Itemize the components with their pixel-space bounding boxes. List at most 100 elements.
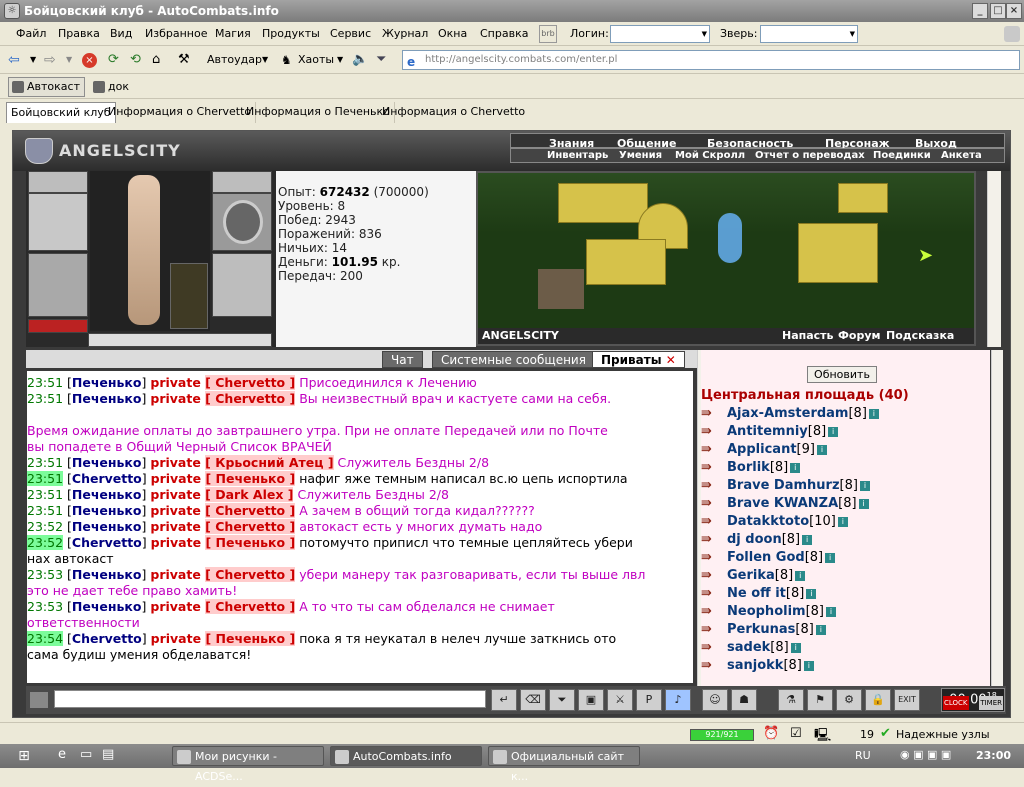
tab-info-chervetto-2[interactable]: Информация о Chervetto [378, 102, 529, 123]
message-time[interactable]: 23:53 [27, 599, 63, 614]
arrow-right-icon[interactable]: ➤ [918, 245, 933, 266]
info-icon[interactable]: i [828, 427, 839, 437]
refresh-all-icon[interactable]: ⟲ [130, 51, 141, 69]
private-arrow-icon[interactable]: ⇛ [701, 658, 727, 673]
close-icon[interactable]: ✕ [666, 353, 676, 367]
belt-slot[interactable] [28, 319, 88, 333]
private-recipient[interactable]: [ Chervetto ] [205, 567, 296, 582]
private-arrow-icon[interactable]: ⇛ [701, 406, 727, 421]
private-arrow-icon[interactable]: ⇛ [701, 550, 727, 565]
message-nick[interactable]: Печенько [72, 455, 142, 470]
user-list-item[interactable]: ⇛ sadek[8] i [701, 640, 801, 657]
back-dropdown-icon[interactable]: ▼ [30, 51, 36, 69]
tab-chat[interactable]: Чат [382, 351, 423, 368]
message-nick[interactable]: Chervetto [72, 535, 142, 550]
chat-input[interactable] [54, 690, 486, 708]
forward-dropdown-icon[interactable]: ▼ [66, 51, 72, 69]
private-tag[interactable]: private [ Печенько ] [151, 471, 296, 486]
check-icon[interactable]: ☑ [790, 726, 802, 741]
nav-my-scroll[interactable]: Мой Скролл [675, 149, 745, 163]
message-time[interactable]: 23:53 [27, 567, 63, 582]
menu-service[interactable]: Сервис [330, 27, 371, 40]
send-icon[interactable]: ↵ [491, 689, 517, 711]
armor-slot[interactable] [28, 253, 88, 317]
user-list-item[interactable]: ⇛ Ajax-Amsterdam[8] i [701, 406, 879, 423]
building-chapel[interactable] [798, 223, 878, 283]
message-time[interactable]: 23:51 [27, 375, 63, 390]
private-arrow-icon[interactable]: ⇛ [701, 514, 727, 529]
nav-skills[interactable]: Умения [619, 149, 662, 163]
autocast-button[interactable]: Автокаст [8, 77, 85, 97]
tab-privates[interactable]: Приваты ✕ [592, 351, 685, 368]
private-tag[interactable]: private [ Chervetto ] [150, 391, 296, 406]
user-list-item[interactable]: ⇛ Brave KWANZA[8] i [701, 496, 869, 513]
user-name[interactable]: Datakktoto [727, 514, 809, 529]
potion-icon[interactable]: ⚗ [778, 689, 804, 711]
message-time[interactable]: 23:52 [27, 535, 64, 550]
nav-transfer-report[interactable]: Отчет о переводах [755, 149, 865, 163]
smile-select-icon[interactable] [30, 692, 48, 708]
tab-info-chervetto[interactable]: Информация о Chervetto [104, 102, 257, 123]
message-time[interactable]: 23:54 [27, 631, 64, 646]
message-nick[interactable]: Печенько [72, 599, 142, 614]
desktop-quicklaunch-icon[interactable]: ▭ [80, 747, 92, 762]
private-tag[interactable]: private [ Печенько ] [151, 535, 296, 550]
private-tag[interactable]: private [ Chervetto ] [150, 567, 296, 582]
close-button[interactable]: × [1006, 3, 1022, 19]
link-hint[interactable]: Подсказка [886, 328, 954, 344]
user-list-item[interactable]: ⇛ Ne off it[8] i [701, 586, 817, 603]
private-recipient[interactable]: [ Dark Alex ] [205, 487, 294, 502]
info-icon[interactable]: i [806, 589, 817, 599]
menu-products[interactable]: Продукты [262, 27, 320, 40]
info-icon[interactable]: i [790, 643, 801, 653]
link-attack[interactable]: Напасть [782, 328, 834, 344]
menu-windows[interactable]: Окна [438, 27, 467, 40]
private-recipient[interactable]: [ Chervetto ] [205, 519, 296, 534]
private-recipient[interactable]: [ Chervetto ] [205, 503, 296, 518]
message-time[interactable]: 23:51 [27, 455, 63, 470]
ruins-object[interactable] [538, 269, 584, 309]
user-list-item[interactable]: ⇛ Antitemniy[8] i [701, 424, 839, 441]
tab-system-messages[interactable]: Системные сообщения [432, 351, 595, 368]
menu-favorites[interactable]: Избранное [145, 27, 207, 40]
tab-fight-club[interactable]: Бойцовский клуб [6, 102, 116, 123]
back-icon[interactable]: ⇦ [8, 51, 20, 69]
menu-edit[interactable]: Правка [58, 27, 100, 40]
info-icon[interactable]: i [795, 571, 806, 581]
autoudar-dropdown-icon[interactable]: ▼ [262, 51, 268, 69]
gloves-slot-right[interactable] [212, 171, 272, 193]
mask-icon[interactable]: ☗ [731, 689, 757, 711]
address-bar[interactable]: e http://angelscity.combats.com/enter.pl [402, 50, 1020, 70]
info-icon[interactable]: i [815, 625, 826, 635]
info-icon[interactable]: i [868, 409, 879, 419]
private-recipient[interactable]: [ Chervetto ] [205, 375, 296, 390]
alarm-clock-icon[interactable]: ⏰ [763, 726, 779, 741]
message-nick[interactable]: Печенько [72, 375, 142, 390]
private-arrow-icon[interactable]: ⇛ [701, 478, 727, 493]
private-tag[interactable]: private [ Печенько ] [151, 631, 296, 646]
clock-timer[interactable]: 00:0018 CLOCK TIMER [941, 688, 1005, 712]
private-recipient[interactable]: [ Chervetto ] [205, 391, 296, 406]
nav-profile[interactable]: Анкета [941, 149, 982, 163]
private-arrow-icon[interactable]: ⇛ [701, 586, 727, 601]
info-icon[interactable]: i [816, 445, 827, 455]
user-list-item[interactable]: ⇛ Follen God[8] i [701, 550, 836, 567]
map-icon[interactable]: ⚑ [807, 689, 833, 711]
refresh-button[interactable]: Обновить [807, 366, 877, 383]
menu-view[interactable]: Вид [110, 27, 132, 40]
filter-chat-icon[interactable]: ⏷ [549, 689, 575, 711]
user-name[interactable]: Ne off it [727, 586, 786, 601]
private-arrow-icon[interactable]: ⇛ [701, 442, 727, 457]
private-arrow-icon[interactable]: ⇛ [701, 460, 727, 475]
haoty-button[interactable]: Хаоты [298, 51, 334, 69]
private-arrow-icon[interactable]: ⇛ [701, 568, 727, 583]
message-time[interactable]: 23:51 [27, 391, 63, 406]
fight-icon[interactable]: ⚔ [607, 689, 633, 711]
minimize-button[interactable]: _ [972, 3, 988, 19]
info-icon[interactable]: i [803, 661, 814, 671]
autoudar-button[interactable]: Автоудар [207, 51, 262, 69]
message-time[interactable]: 23:52 [27, 519, 63, 534]
bb-icon[interactable]: brb [539, 25, 557, 43]
user-name[interactable]: Applicant [727, 442, 797, 457]
user-name[interactable]: Brave Damhurz [727, 478, 840, 493]
